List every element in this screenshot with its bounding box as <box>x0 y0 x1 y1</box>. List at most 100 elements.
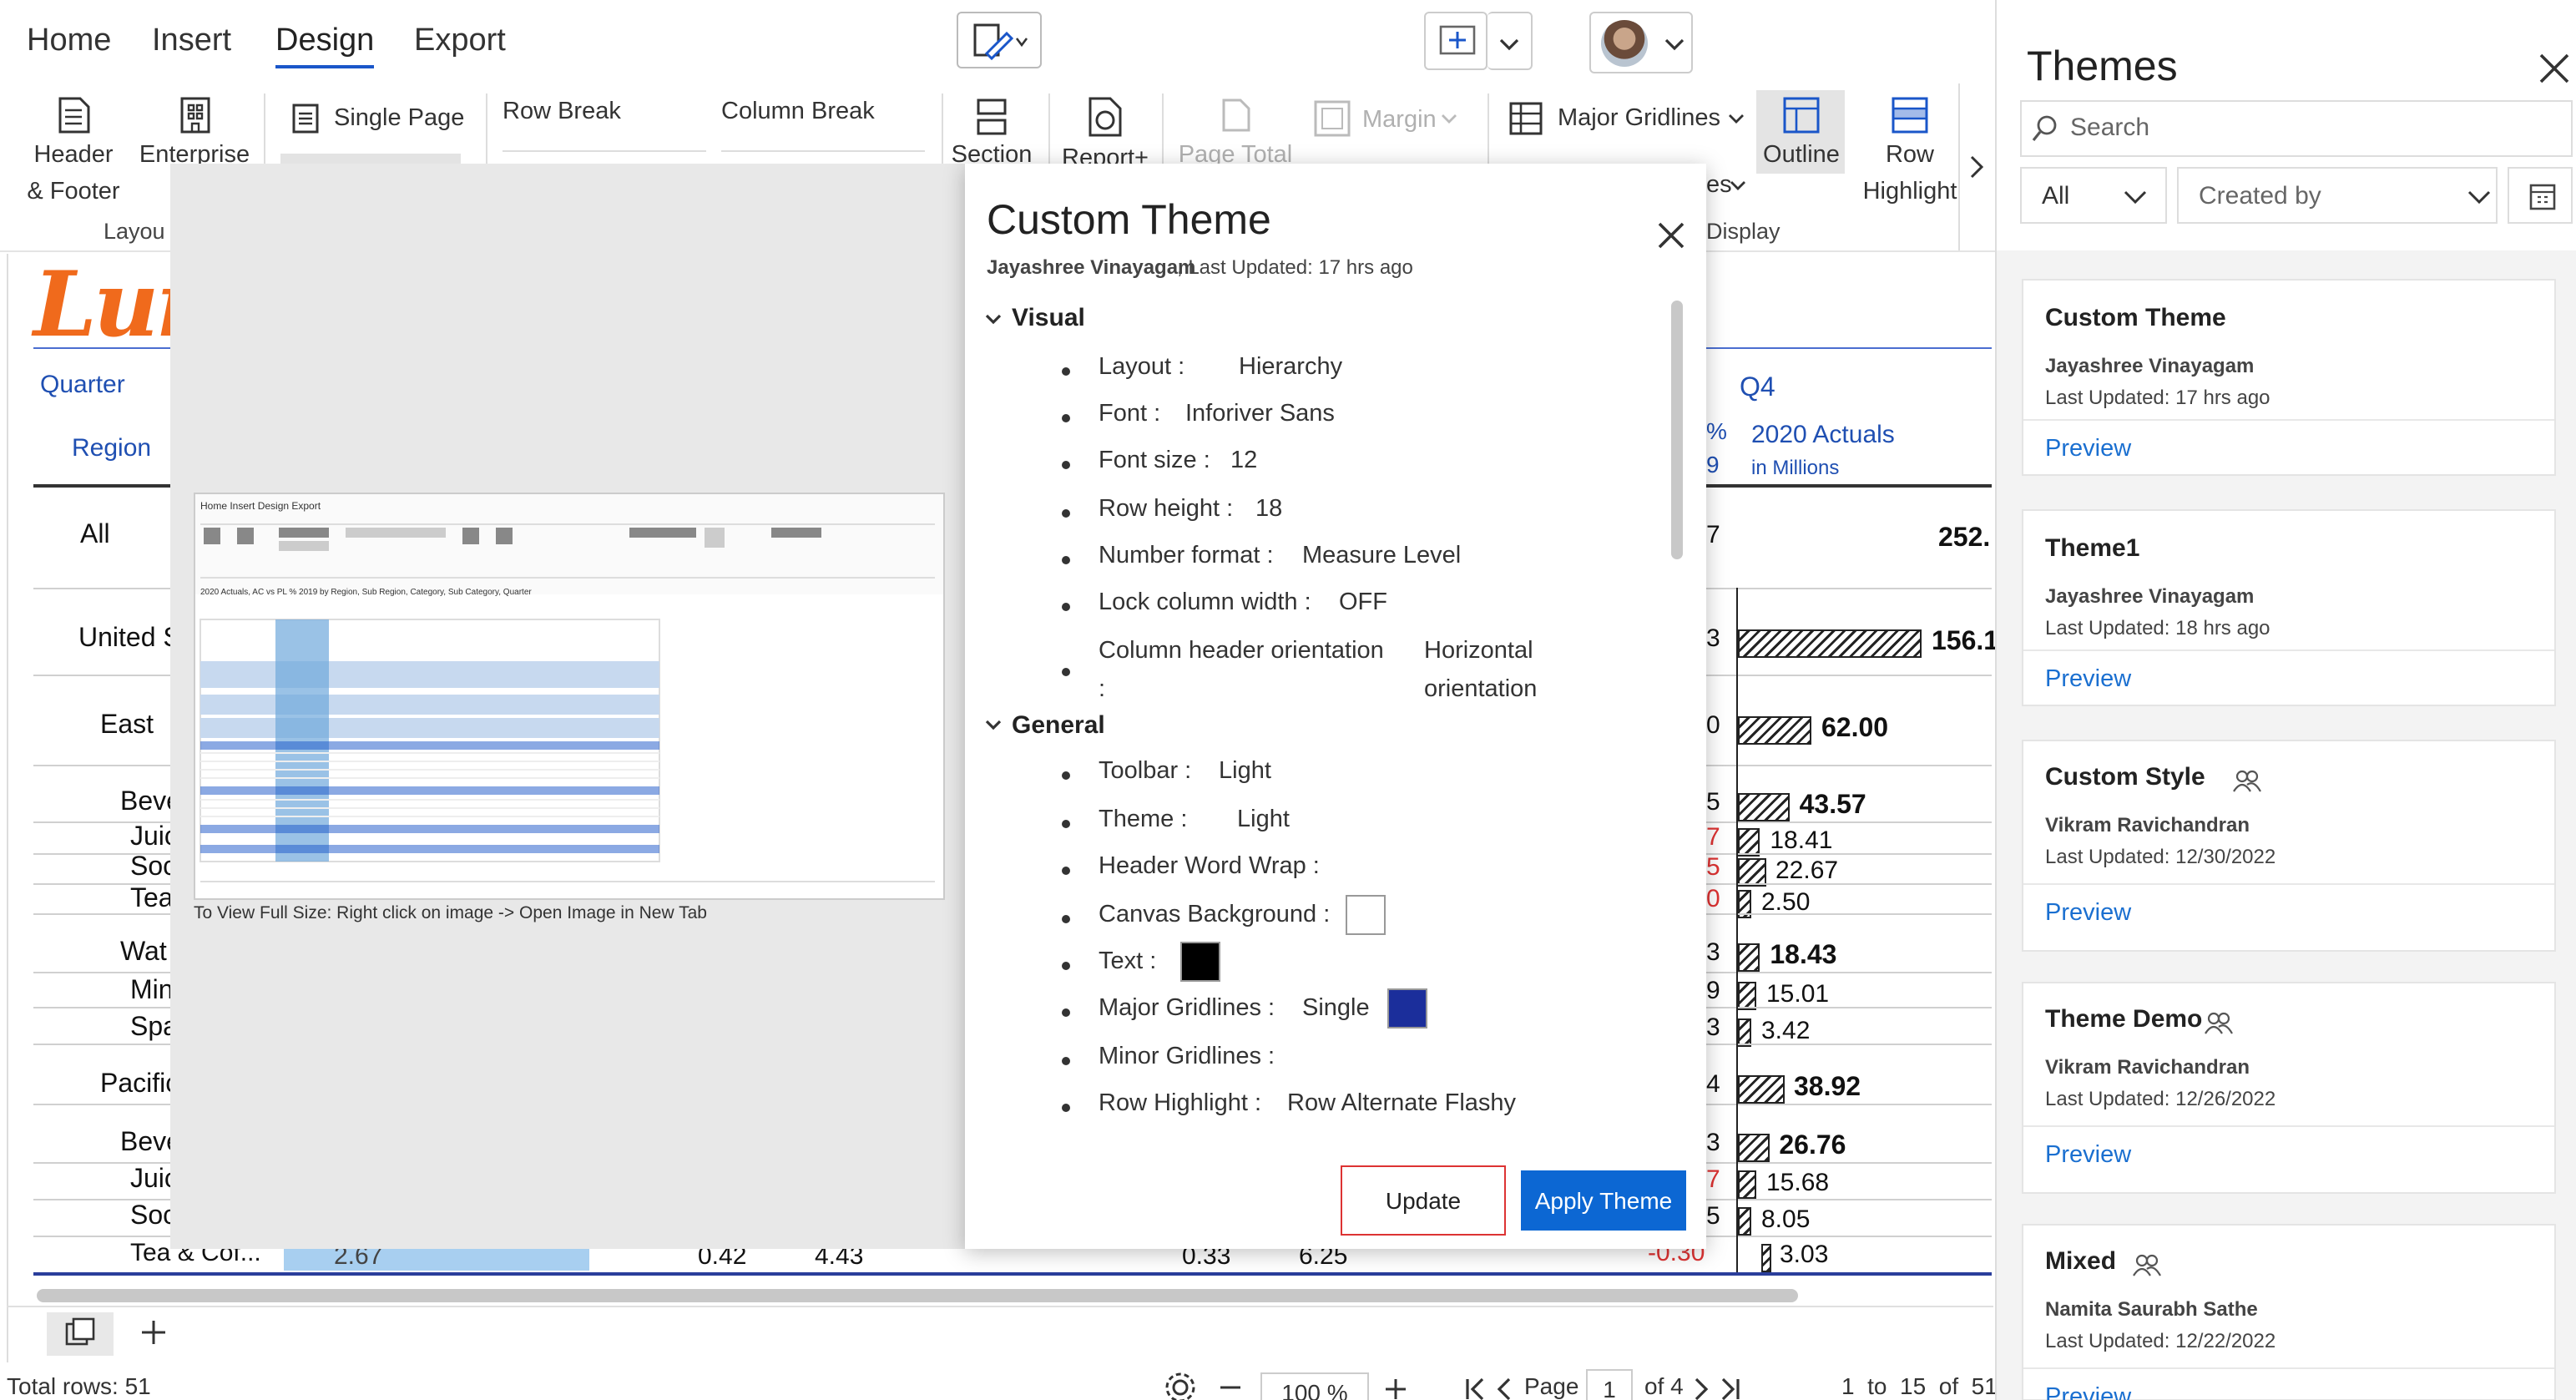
ac-vs-pl-fragment: 5 <box>1706 853 1720 882</box>
calendar-button[interactable] <box>2508 167 2573 224</box>
theme-card-author: Jayashree Vinayagam <box>2045 354 2255 377</box>
color-swatch[interactable] <box>1346 895 1386 935</box>
dialog-scrollbar[interactable] <box>1671 301 1683 559</box>
list-bullet <box>1062 367 1070 376</box>
theme-card-preview-link[interactable]: Preview <box>2045 900 2131 927</box>
row-value: 22.67 <box>1775 857 1839 885</box>
list-bullet <box>1062 414 1070 422</box>
theme-card-preview-link[interactable]: Preview <box>2045 436 2131 462</box>
general-setting-key: Toolbar : <box>1099 758 1192 785</box>
comment-button[interactable] <box>1424 12 1488 70</box>
ac-vs-pl-fragment: 9 <box>1706 977 1720 1005</box>
list-bullet <box>1062 771 1070 780</box>
preview-thumbnail: Home Insert Design Export 2020 Actuals, … <box>195 494 943 882</box>
row-value: 2.50 <box>1761 888 1811 917</box>
row-label[interactable]: Soc <box>130 1202 176 1232</box>
row-label[interactable]: Wat <box>120 938 167 968</box>
ribbon-scroll-right[interactable] <box>1958 83 1992 250</box>
general-setting-key: Minor Gridlines : <box>1099 1044 1275 1070</box>
general-setting-value: Row Alternate Flashy <box>1287 1090 1517 1117</box>
list-bullet <box>1062 556 1070 564</box>
visual-section-header[interactable]: Visual <box>1012 304 1085 332</box>
search-input[interactable]: Search <box>2070 114 2149 142</box>
ribbon-divider <box>1048 94 1050 174</box>
chevron-down-icon <box>1730 181 1745 190</box>
tab-export[interactable]: Export <box>414 23 506 60</box>
chevron-down-icon <box>2124 190 2147 205</box>
data-bar <box>1761 1244 1771 1272</box>
list-bullet <box>1062 867 1070 875</box>
theme-card-preview-link[interactable]: Preview <box>2045 1384 2131 1400</box>
tab-design[interactable]: Design <box>275 23 375 68</box>
list-bullet <box>1062 461 1070 469</box>
next-page-icon[interactable] <box>1691 1376 1711 1400</box>
tab-home[interactable]: Home <box>27 23 111 60</box>
zoom-in-icon[interactable] <box>1382 1376 1409 1400</box>
visual-setting-key: Font size : <box>1099 447 1210 474</box>
manage-columns-button[interactable] <box>957 12 1042 68</box>
row-highlight-button[interactable]: Row Highlight <box>1850 137 1970 210</box>
theme-card[interactable]: Custom Style Vikram Ravichandran Last Upda… <box>2022 740 2556 952</box>
comment-dropdown[interactable] <box>1488 12 1533 70</box>
tab-insert[interactable]: Insert <box>152 23 231 60</box>
ac-vs-pl-fragment: 0 <box>1706 885 1720 913</box>
edit-layout-icon <box>973 23 1028 61</box>
first-page-icon[interactable] <box>1462 1376 1489 1400</box>
filter-all-select[interactable]: All <box>2020 167 2167 224</box>
row-break-label: Row Break <box>503 99 621 125</box>
data-bar <box>1738 1170 1756 1199</box>
single-page-icon <box>292 104 319 134</box>
color-swatch[interactable] <box>1180 942 1220 982</box>
general-section-header[interactable]: General <box>1012 711 1105 740</box>
card-divider <box>2023 649 2554 651</box>
row-label[interactable]: United S <box>78 624 181 655</box>
theme-card[interactable]: Theme1 Jayashree Vinayagam Last Updated: 1… <box>2022 509 2556 706</box>
visual-setting-value: Measure Level <box>1302 543 1462 569</box>
theme-card-preview-link[interactable]: Preview <box>2045 1142 2131 1169</box>
theme-preview-image[interactable]: Home Insert Design Export 2020 Actuals, … <box>194 493 945 900</box>
row-label[interactable]: Min <box>130 977 174 1007</box>
zoom-input[interactable]: 100 % <box>1260 1372 1369 1400</box>
theme-card[interactable]: Mixed Namita Saurabh Sathe Last Updated: 1… <box>2022 1224 2556 1400</box>
user-avatar-button[interactable] <box>1589 12 1693 73</box>
apply-theme-button[interactable]: Apply Theme <box>1521 1170 1686 1231</box>
row-label[interactable]: Pacific <box>100 1070 179 1100</box>
row-label[interactable]: Tea <box>130 885 174 915</box>
general-setting-key: Header Word Wrap : <box>1099 853 1320 880</box>
data-bar <box>1738 943 1760 972</box>
filter-all-label: All <box>2042 182 2070 210</box>
general-setting-value: Single <box>1302 995 1370 1022</box>
row-value: 18.43 <box>1770 942 1837 970</box>
zoom-out-icon[interactable] <box>1219 1382 1242 1392</box>
page-input[interactable]: 1 <box>1586 1369 1633 1400</box>
row-label[interactable]: All <box>80 521 110 551</box>
theme-card[interactable]: Theme Demo Vikram Ravichandran Last Update… <box>2022 982 2556 1194</box>
q4-subheader-units: in Millions <box>1751 456 1840 479</box>
comment-add-icon <box>1439 25 1476 55</box>
add-sheet-icon[interactable] <box>139 1317 169 1347</box>
sheet-tab-bar <box>7 1306 1993 1362</box>
chevron-down-icon[interactable] <box>983 309 1003 329</box>
color-swatch[interactable] <box>1387 988 1427 1029</box>
major-gridlines-button[interactable]: Major Gridlines <box>1558 100 1720 137</box>
theme-card-preview-link[interactable]: Preview <box>2045 666 2131 693</box>
last-page-icon[interactable] <box>1716 1376 1743 1400</box>
chevron-down-icon[interactable] <box>983 715 1003 735</box>
gear-icon[interactable] <box>1164 1371 1197 1400</box>
row-label[interactable]: Soc <box>130 853 176 883</box>
update-button[interactable]: Update <box>1341 1165 1506 1236</box>
header-footer-button[interactable]: Header & Footer <box>13 137 134 210</box>
preview-caption: To View Full Size: Right click on image … <box>194 903 707 923</box>
theme-card[interactable]: Custom Theme Jayashree Vinayagam Last Upda… <box>2022 279 2556 476</box>
close-icon[interactable] <box>2536 50 2573 87</box>
ac-vs-pl-fragment: 5 <box>1706 1202 1720 1231</box>
general-setting-key: Theme : <box>1099 806 1188 833</box>
close-icon[interactable] <box>1654 219 1688 252</box>
prev-page-icon[interactable] <box>1494 1376 1514 1400</box>
row-label[interactable]: East <box>100 711 154 741</box>
single-page-button[interactable]: Single Page <box>334 100 464 137</box>
horizontal-scrollbar[interactable] <box>37 1289 1798 1302</box>
visual-setting-key: Layout : <box>1099 354 1185 381</box>
filter-created-by-select[interactable]: Created by <box>2177 167 2498 224</box>
page-total-icon <box>1222 99 1250 132</box>
